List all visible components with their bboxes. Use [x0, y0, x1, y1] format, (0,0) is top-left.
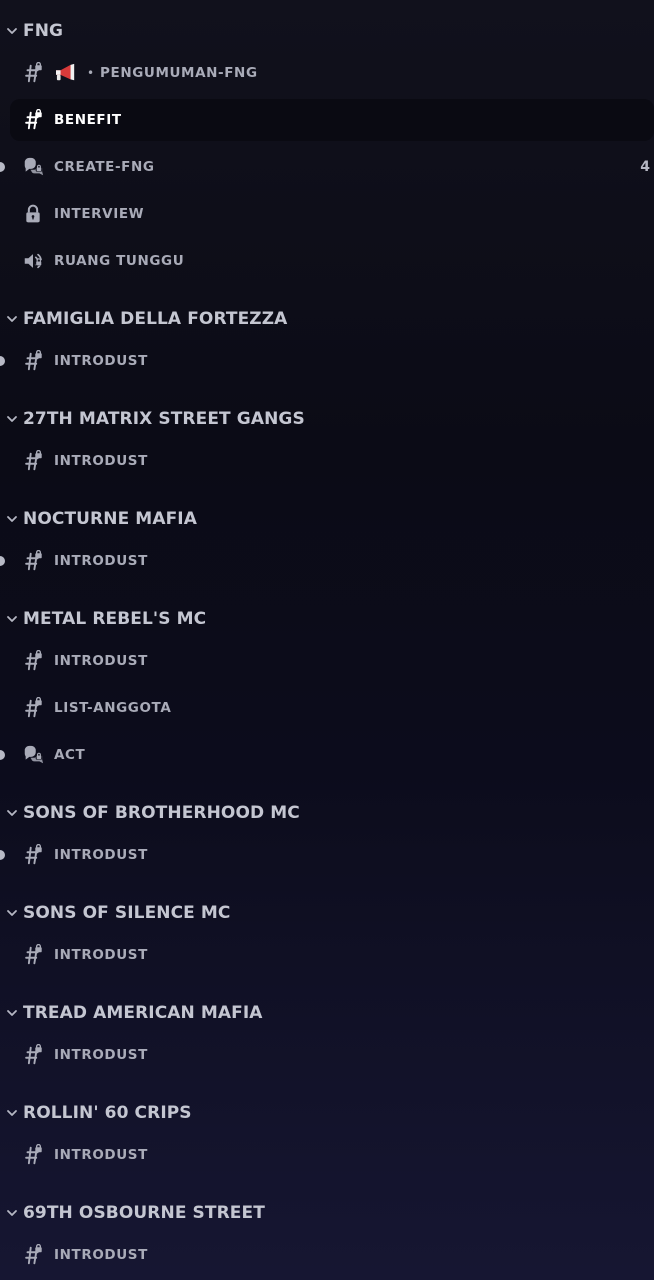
- chevron-down-icon: [6, 513, 18, 525]
- channel-item[interactable]: BENEFIT: [10, 99, 654, 141]
- hash-lock-icon: [21, 61, 45, 85]
- hash-lock-icon: [21, 108, 45, 132]
- channel-label: RUANG TUNGGU: [54, 253, 185, 269]
- category-header[interactable]: ROLLIN' 60 CRIPS: [0, 1098, 654, 1128]
- chevron-down-icon: [6, 1007, 18, 1019]
- voice-lock-icon: [21, 249, 45, 273]
- category-header[interactable]: FNG: [0, 16, 654, 46]
- channel-label: INTRODUST: [54, 1047, 148, 1063]
- channel-item[interactable]: INTRODUST: [0, 934, 654, 976]
- hash-lock-icon: [21, 449, 45, 473]
- channel-item[interactable]: INTERVIEW: [0, 193, 654, 235]
- category-header[interactable]: NOCTURNE MAFIA: [0, 504, 654, 534]
- channel-item[interactable]: LIST-ANGGOTA: [0, 687, 654, 729]
- category-header[interactable]: FAMIGLIA DELLA FORTEZZA: [0, 304, 654, 334]
- channel-item[interactable]: INTRODUST: [0, 440, 654, 482]
- channel-label: INTRODUST: [54, 847, 148, 863]
- channel-label: PENGUMUMAN-FNG: [100, 65, 258, 81]
- hash-lock-icon: [21, 943, 45, 967]
- category-label: ROLLIN' 60 CRIPS: [23, 1103, 192, 1123]
- category-label: TREAD AMERICAN MAFIA: [23, 1003, 263, 1023]
- category-header[interactable]: METAL REBEL'S MC: [0, 604, 654, 634]
- channel-label: INTRODUST: [54, 353, 148, 369]
- category-header[interactable]: SONS OF BROTHERHOOD MC: [0, 798, 654, 828]
- channel-label: CREATE-FNG: [54, 159, 155, 175]
- hash-lock-icon: [21, 649, 45, 673]
- category-label: FAMIGLIA DELLA FORTEZZA: [23, 309, 288, 329]
- category-label: 69TH OSBOURNE STREET: [23, 1203, 265, 1223]
- separator-dot: •: [87, 66, 95, 80]
- unread-indicator: [0, 850, 5, 860]
- lock-icon: [21, 202, 45, 226]
- chevron-down-icon: [6, 1207, 18, 1219]
- hash-lock-icon: [21, 843, 45, 867]
- unread-indicator: [0, 162, 5, 172]
- channel-label: INTERVIEW: [54, 206, 145, 222]
- chevron-down-icon: [6, 25, 18, 37]
- channel-item[interactable]: INTRODUST: [0, 1134, 654, 1176]
- channel-item[interactable]: • PENGUMUMAN-FNG: [0, 52, 654, 94]
- channel-label: INTRODUST: [54, 1247, 148, 1263]
- channel-label: INTRODUST: [54, 947, 148, 963]
- channel-item[interactable]: INTRODUST: [0, 1034, 654, 1076]
- channel-label: LIST-ANGGOTA: [54, 700, 172, 716]
- channel-item[interactable]: INTRODUST: [0, 340, 654, 382]
- mention-count-badge: 4: [640, 159, 650, 175]
- category-label: 27TH MATRIX STREET GANGS: [23, 409, 305, 429]
- channel-item[interactable]: INTRODUST: [0, 640, 654, 682]
- chevron-down-icon: [6, 807, 18, 819]
- hash-lock-icon: [21, 349, 45, 373]
- category-label: FNG: [23, 21, 64, 41]
- category-label: NOCTURNE MAFIA: [23, 509, 197, 529]
- channel-item[interactable]: INTRODUST: [0, 834, 654, 876]
- channel-label: BENEFIT: [54, 112, 122, 128]
- channel-item[interactable]: ACT: [0, 734, 654, 776]
- category-label: SONS OF SILENCE MC: [23, 903, 231, 923]
- forum-lock-icon: [21, 743, 45, 767]
- hash-lock-icon: [21, 549, 45, 573]
- category-label: METAL REBEL'S MC: [23, 609, 207, 629]
- category-label: SONS OF BROTHERHOOD MC: [23, 803, 300, 823]
- channel-item[interactable]: INTRODUST: [0, 540, 654, 582]
- hash-lock-icon: [21, 696, 45, 720]
- chevron-down-icon: [6, 313, 18, 325]
- megaphone-icon: [54, 63, 78, 83]
- unread-indicator: [0, 556, 5, 566]
- category-header[interactable]: SONS OF SILENCE MC: [0, 898, 654, 928]
- chevron-down-icon: [6, 413, 18, 425]
- unread-indicator: [0, 750, 5, 760]
- chevron-down-icon: [6, 907, 18, 919]
- chevron-down-icon: [6, 613, 18, 625]
- forum-lock-icon: [21, 155, 45, 179]
- unread-indicator: [0, 356, 5, 366]
- chevron-down-icon: [6, 1107, 18, 1119]
- hash-lock-icon: [21, 1043, 45, 1067]
- channel-item[interactable]: CREATE-FNG 4: [0, 146, 654, 188]
- channel-label: INTRODUST: [54, 553, 148, 569]
- channel-item[interactable]: INTRODUST: [0, 1234, 654, 1276]
- category-header[interactable]: 69TH OSBOURNE STREET: [0, 1198, 654, 1228]
- category-header[interactable]: TREAD AMERICAN MAFIA: [0, 998, 654, 1028]
- channel-label: INTRODUST: [54, 653, 148, 669]
- channel-label: ACT: [54, 747, 86, 763]
- channel-label: INTRODUST: [54, 453, 148, 469]
- hash-lock-icon: [21, 1143, 45, 1167]
- channel-item[interactable]: RUANG TUNGGU: [0, 240, 654, 282]
- channel-label: INTRODUST: [54, 1147, 148, 1163]
- category-header[interactable]: 27TH MATRIX STREET GANGS: [0, 404, 654, 434]
- hash-lock-icon: [21, 1243, 45, 1267]
